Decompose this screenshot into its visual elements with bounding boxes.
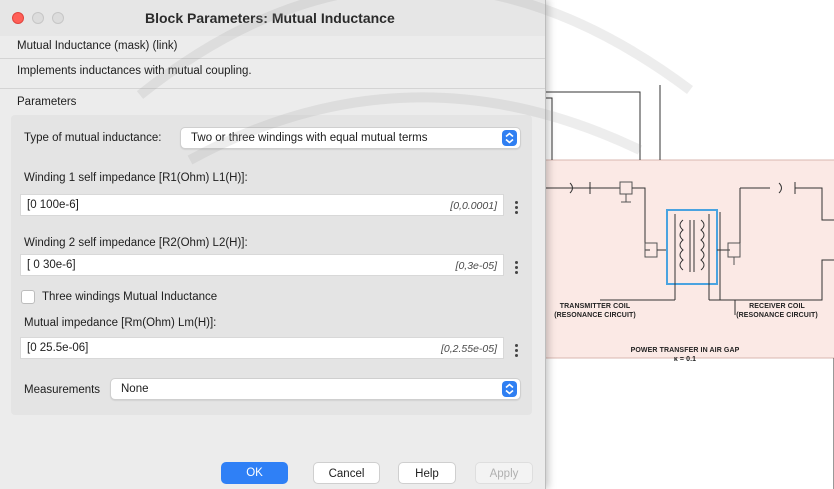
zoom-window-button[interactable] [52, 12, 64, 24]
minimize-window-button[interactable] [32, 12, 44, 24]
mutual-impedance-more-options-icon[interactable] [515, 344, 519, 360]
title-bar[interactable]: Block Parameters: Mutual Inductance [0, 0, 545, 36]
winding1-impedance-label: Winding 1 self impedance [R1(Ohm) L1(H)]… [24, 172, 248, 184]
wire-top-2 [545, 97, 553, 160]
winding1-impedance-input[interactable]: [0 100e-6] [0,0.0001] [20, 194, 504, 216]
transmitter-coil-label: TRANSMITTER COIL (RESONANCE CIRCUIT) [554, 303, 636, 319]
close-window-button[interactable] [12, 12, 24, 24]
ok-button[interactable]: OK [221, 462, 288, 484]
type-of-mutual-inductance-select[interactable]: Two or three windings with equal mutual … [180, 127, 521, 149]
chevron-up-down-icon [502, 381, 517, 397]
measurements-select[interactable]: None [110, 378, 521, 400]
winding2-evaluated-value: [0,3e-05] [455, 260, 497, 272]
chevron-up-down-icon [502, 130, 517, 146]
mutual-impedance-label: Mutual impedance [Rm(Ohm) Lm(H)]: [24, 317, 217, 329]
measurements-label: Measurements [24, 384, 101, 396]
type-of-mutual-inductance-label: Type of mutual inductance: [24, 132, 162, 144]
mutual-impedance-evaluated-value: [0,2.55e-05] [440, 343, 497, 355]
block-description: Implements inductances with mutual coupl… [17, 65, 252, 77]
divider [0, 58, 545, 59]
block-parameters-dialog: Block Parameters: Mutual Inductance Mutu… [0, 0, 546, 489]
mutual-impedance-value: [0 25.5e-06] [27, 342, 89, 354]
winding2-impedance-label: Winding 2 self impedance [R2(Ohm) L2(H)]… [24, 237, 248, 249]
winding1-impedance-value: [0 100e-6] [27, 199, 79, 211]
winding2-impedance-value: [ 0 30e-6] [27, 259, 76, 271]
measurements-select-value: None [121, 383, 149, 395]
receiver-coil-label: RECEIVER COIL (RESONANCE CIRCUIT) [736, 303, 818, 319]
winding2-impedance-input[interactable]: [ 0 30e-6] [0,3e-05] [20, 254, 504, 276]
divider [0, 88, 545, 89]
mask-title: Mutual Inductance (mask) (link) [17, 40, 178, 52]
apply-button[interactable]: Apply [475, 462, 533, 484]
parameters-section-label: Parameters [17, 96, 77, 108]
three-windings-label: Three windings Mutual Inductance [42, 291, 218, 303]
type-select-value: Two or three windings with equal mutual … [191, 132, 428, 144]
mutual-impedance-input[interactable]: [0 25.5e-06] [0,2.55e-05] [20, 337, 504, 359]
window-title: Block Parameters: Mutual Inductance [145, 10, 395, 26]
cancel-button[interactable]: Cancel [313, 462, 380, 484]
three-windings-checkbox[interactable] [21, 290, 35, 304]
help-button[interactable]: Help [398, 462, 456, 484]
winding1-more-options-icon[interactable] [515, 201, 519, 217]
air-gap-label: POWER TRANSFER IN AIR GAP κ = 0.1 [630, 347, 740, 363]
winding1-evaluated-value: [0,0.0001] [450, 200, 497, 212]
winding2-more-options-icon[interactable] [515, 261, 519, 277]
wire-top-1 [545, 91, 641, 160]
